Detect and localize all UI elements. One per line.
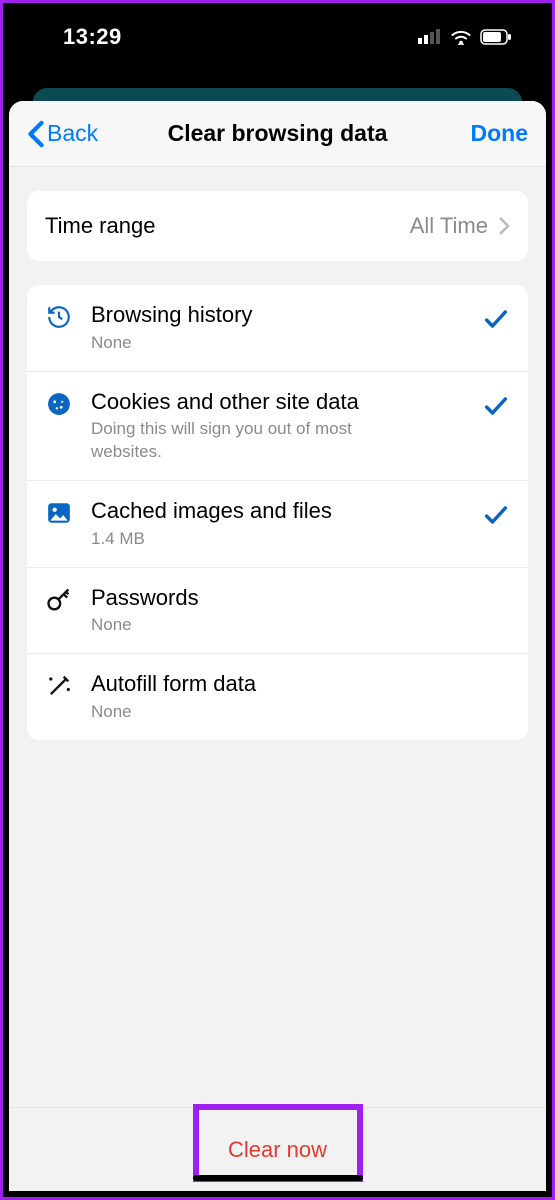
timerange-row[interactable]: Time range All Time <box>27 191 528 261</box>
row-title: Autofill form data <box>91 670 464 699</box>
timerange-label: Time range <box>45 213 155 239</box>
row-text: Browsing history None <box>91 301 464 355</box>
home-indicator <box>193 1175 363 1181</box>
row-subtitle: None <box>91 614 401 637</box>
timerange-group: Time range All Time <box>27 191 528 261</box>
row-subtitle: None <box>91 332 401 355</box>
wand-icon <box>45 672 73 700</box>
checkmark-icon <box>482 588 510 616</box>
page-title: Clear browsing data <box>168 120 388 147</box>
chevron-right-icon <box>498 216 510 236</box>
data-type-row[interactable]: Cookies and other site data Doing this w… <box>27 372 528 481</box>
row-title: Cached images and files <box>91 497 464 526</box>
settings-sheet: Back Clear browsing data Done Time range… <box>9 101 546 1191</box>
checkmark-icon <box>482 501 510 529</box>
data-type-row[interactable]: Passwords None <box>27 568 528 655</box>
cookie-icon <box>45 390 73 418</box>
row-subtitle: None <box>91 701 401 724</box>
row-title: Passwords <box>91 584 464 613</box>
nav-bar: Back Clear browsing data Done <box>9 101 546 167</box>
row-text: Cookies and other site data Doing this w… <box>91 388 464 464</box>
key-icon <box>45 586 73 614</box>
status-bar: 13:29 <box>3 3 552 71</box>
row-subtitle: Doing this will sign you out of most web… <box>91 418 401 464</box>
checkmark-icon <box>482 305 510 333</box>
checkmark-icon <box>482 674 510 702</box>
battery-icon <box>480 29 512 45</box>
cellular-icon <box>418 29 442 45</box>
status-icons <box>418 29 512 45</box>
row-text: Passwords None <box>91 584 464 638</box>
data-type-row[interactable]: Browsing history None <box>27 285 528 372</box>
row-subtitle: 1.4 MB <box>91 528 401 551</box>
row-text: Autofill form data None <box>91 670 464 724</box>
status-time: 13:29 <box>63 24 122 50</box>
image-icon <box>45 499 73 527</box>
data-types-group: Browsing history None Cookies and other … <box>27 285 528 740</box>
back-label: Back <box>47 120 98 147</box>
history-icon <box>45 303 73 331</box>
annotation-highlight <box>193 1104 363 1182</box>
row-text: Cached images and files 1.4 MB <box>91 497 464 551</box>
done-button[interactable]: Done <box>471 120 529 147</box>
row-title: Cookies and other site data <box>91 388 464 417</box>
row-title: Browsing history <box>91 301 464 330</box>
data-type-row[interactable]: Autofill form data None <box>27 654 528 740</box>
checkmark-icon <box>482 392 510 420</box>
wifi-icon <box>450 29 472 45</box>
chevron-left-icon <box>27 120 45 148</box>
content-area: Time range All Time Browsing history Non… <box>9 167 546 1107</box>
timerange-value: All Time <box>410 213 510 239</box>
data-type-row[interactable]: Cached images and files 1.4 MB <box>27 481 528 568</box>
back-button[interactable]: Back <box>27 120 98 148</box>
